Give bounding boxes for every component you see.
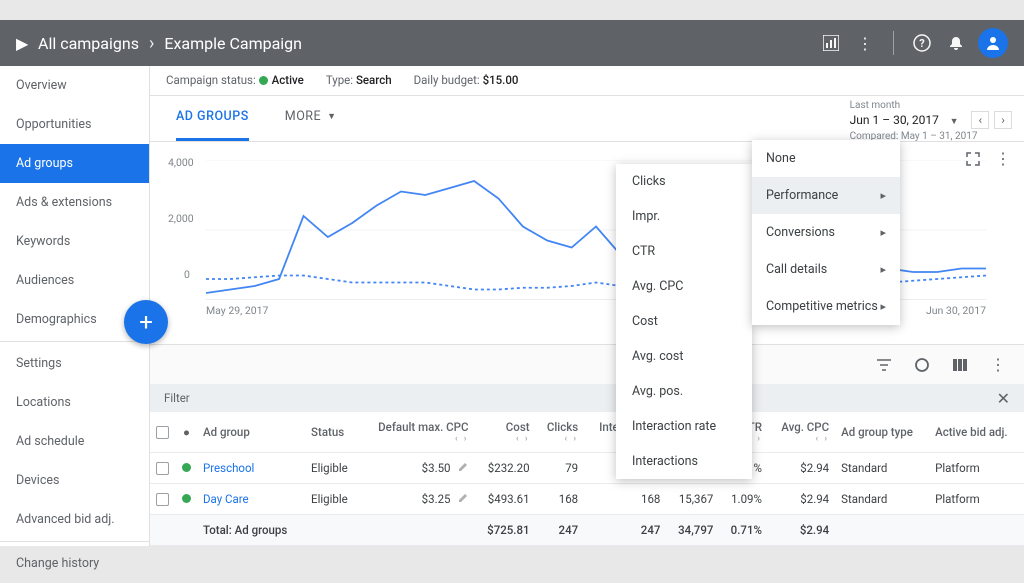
filter-label: Filter (164, 391, 190, 405)
account-avatar[interactable] (978, 28, 1008, 58)
table-row[interactable]: PreschoolEligible$3.50$232.20797919,4300… (150, 453, 1024, 484)
help-icon[interactable]: ? (910, 31, 934, 55)
edit-icon[interactable] (457, 461, 469, 473)
category-option[interactable]: None (752, 140, 900, 177)
date-range-picker[interactable]: Last month Jun 1 – 30, 2017 ▼ ‹ › Compar… (850, 100, 1012, 142)
category-option[interactable]: Competitive metrics▸ (752, 288, 900, 325)
expand-icon[interactable] (964, 150, 982, 168)
category-menu: NonePerformance▸Conversions▸Call details… (752, 140, 900, 325)
svg-text:?: ? (919, 37, 925, 50)
campaign-type-label: Type: Search (326, 73, 392, 87)
category-option[interactable]: Call details▸ (752, 251, 900, 288)
more-vert-icon[interactable]: ⋮ (994, 150, 1012, 168)
select-all-checkbox[interactable] (156, 426, 169, 439)
col-status[interactable]: Status (305, 412, 360, 453)
col-maxcpc[interactable]: Default max. CPC‹ › (360, 412, 475, 453)
sidebar-item-overview[interactable]: Overview (0, 66, 149, 105)
chevron-right-icon: ▸ (880, 263, 886, 276)
ytick: 0 (184, 268, 190, 281)
ytick: 4,000 (168, 156, 194, 169)
metric-option[interactable]: Avg. CPC (616, 269, 752, 304)
table-row[interactable]: Day CareEligible$3.25$493.6116816815,367… (150, 484, 1024, 515)
xlabel-start: May 29, 2017 (206, 304, 268, 317)
col-type[interactable]: Ad group type (835, 412, 929, 453)
sidebar-item-opportunities[interactable]: Opportunities (0, 105, 149, 144)
notifications-icon[interactable] (944, 31, 968, 55)
col-clicks[interactable]: Clicks‹ › (536, 412, 585, 453)
category-option[interactable]: Performance▸ (752, 177, 900, 214)
more-vert-icon[interactable]: ⋮ (853, 31, 877, 55)
chevron-right-icon: ▸ (880, 300, 886, 313)
metric-option[interactable]: Clicks (616, 164, 752, 199)
adgroup-link[interactable]: Preschool (203, 461, 254, 475)
metric-option[interactable]: Interaction rate (616, 409, 752, 444)
chevron-right-icon: › (149, 33, 154, 54)
chevron-right-icon: ▸ (880, 189, 886, 202)
sidebar-item-devices[interactable]: Devices (0, 461, 149, 500)
ytick: 2,000 (168, 212, 194, 225)
metric-option[interactable]: Cost (616, 304, 752, 339)
status-dot-icon (182, 463, 191, 472)
ad-groups-table: ● Ad group Status Default max. CPC‹ › Co… (150, 412, 1024, 546)
sidebar-item-locations[interactable]: Locations (0, 383, 149, 422)
columns-icon[interactable] (950, 355, 970, 375)
sidebar-item-settings[interactable]: Settings (0, 344, 149, 383)
total-label: Total: Ad groups (197, 515, 305, 546)
date-next-button[interactable]: › (994, 111, 1012, 129)
col-adgroup[interactable]: Ad group (197, 412, 305, 453)
refresh-icon[interactable] (912, 355, 932, 375)
xlabel-end: Jun 30, 2017 (926, 304, 986, 317)
sidebar-item-advanced-bid[interactable]: Advanced bid adj. (0, 500, 149, 539)
sidebar-item-ad-schedule[interactable]: Ad schedule (0, 422, 149, 461)
col-avgcpc[interactable]: Avg. CPC‹ › (768, 412, 835, 453)
more-vert-icon[interactable]: ⋮ (988, 355, 1008, 375)
tab-more[interactable]: MORE▼ (285, 95, 337, 141)
tab-ad-groups[interactable]: AD GROUPS (176, 95, 249, 141)
adgroup-link[interactable]: Day Care (203, 492, 249, 506)
row-checkbox[interactable] (156, 462, 169, 475)
close-icon[interactable]: ✕ (997, 389, 1010, 408)
reports-icon[interactable] (819, 31, 843, 55)
sidebar: Overview Opportunities Ad groups Ads & e… (0, 66, 150, 546)
metric-option[interactable]: Impr. (616, 199, 752, 234)
sidebar-item-audiences[interactable]: Audiences (0, 261, 149, 300)
edit-icon[interactable] (457, 492, 469, 504)
date-prev-button[interactable]: ‹ (971, 111, 989, 129)
status-dot-icon (182, 494, 191, 503)
campaign-budget-label: Daily budget: $15.00 (414, 73, 519, 87)
status-dot-icon (259, 76, 268, 85)
sidebar-item-ad-groups[interactable]: Ad groups (0, 144, 149, 183)
dropdown-icon: ▼ (950, 117, 959, 127)
campaign-status-label: Campaign status: Active (166, 73, 304, 87)
col-bid[interactable]: Active bid adj. (929, 412, 1024, 453)
metric-option[interactable]: Interactions (616, 444, 752, 479)
add-fab-button[interactable]: + (124, 300, 168, 344)
sidebar-item-keywords[interactable]: Keywords (0, 222, 149, 261)
row-checkbox[interactable] (156, 493, 169, 506)
dropdown-icon: ▼ (327, 111, 336, 122)
metric-option[interactable]: Avg. pos. (616, 374, 752, 409)
sidebar-item-change-history[interactable]: Change history (0, 544, 149, 583)
col-cost[interactable]: Cost‹ › (475, 412, 536, 453)
chevron-right-icon: ▸ (880, 226, 886, 239)
category-option[interactable]: Conversions▸ (752, 214, 900, 251)
filter-icon[interactable] (874, 355, 894, 375)
metric-menu: ClicksImpr.CTRAvg. CPCCostAvg. costAvg. … (616, 164, 752, 479)
breadcrumb-root[interactable]: All campaigns (38, 34, 139, 53)
sidebar-item-ads-extensions[interactable]: Ads & extensions (0, 183, 149, 222)
breadcrumb-current[interactable]: Example Campaign (164, 34, 302, 53)
metric-option[interactable]: CTR (616, 234, 752, 269)
metric-option[interactable]: Avg. cost (616, 339, 752, 374)
nav-collapse-icon[interactable]: ▶ (16, 37, 28, 49)
